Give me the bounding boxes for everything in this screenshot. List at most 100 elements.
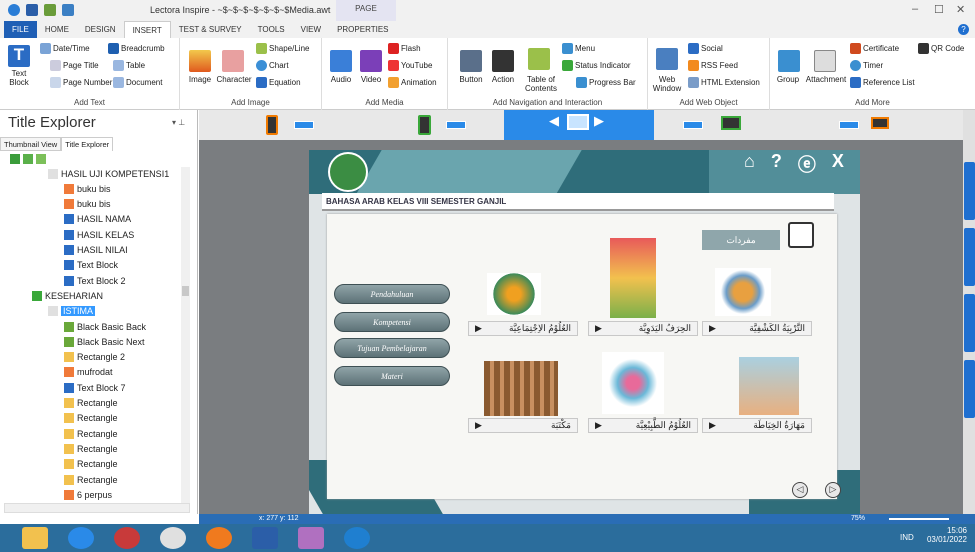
table-of-contents-icon[interactable] (528, 48, 550, 70)
chart-button[interactable]: Chart (256, 60, 289, 71)
social-button[interactable]: Social (688, 43, 723, 54)
left-arrow-icon[interactable]: ◀ (549, 113, 569, 130)
action-icon[interactable] (492, 50, 514, 72)
insert-button-button[interactable]: Button (454, 75, 488, 84)
tab-home[interactable]: HOME (37, 21, 77, 38)
keyboard-language[interactable]: IND (900, 533, 914, 542)
topic-button-social-science[interactable]: ▶ العُلُوْمُ الاِجْتِمَاعِيَّة (468, 321, 578, 336)
button-icon[interactable] (460, 50, 482, 72)
tree-item[interactable]: HASIL KELAS (64, 228, 134, 241)
tablet-portrait-icon[interactable] (418, 115, 431, 135)
profile-icon[interactable]: ⓔ (798, 151, 816, 177)
scouting-picture[interactable] (715, 268, 771, 316)
date-time-button[interactable]: Date/Time (40, 43, 90, 54)
topic-button-scouting[interactable]: ▶ التَّرْبِيَةُ الكَشْفِيَّة (702, 321, 812, 336)
tree-scroll-thumb[interactable] (182, 286, 189, 296)
tree-item[interactable]: buku bis (64, 182, 111, 195)
animation-button[interactable]: Animation (388, 77, 437, 88)
equation-button[interactable]: Equation (256, 77, 301, 88)
shape-line-button[interactable]: Shape/Line (256, 43, 309, 54)
topic-button-natural-science[interactable]: ▶ العُلُوْمُ الطَّبِيْعِيَّة (588, 418, 698, 433)
desktop-monitor-icon[interactable] (567, 114, 589, 130)
group-icon[interactable] (778, 50, 800, 72)
tree-item[interactable]: Rectangle (64, 412, 118, 425)
html-extension-button[interactable]: HTML Extension (688, 77, 760, 88)
word-icon[interactable] (252, 527, 278, 549)
tab-thumbnail-view[interactable]: Thumbnail View (0, 137, 62, 151)
tab-properties[interactable]: PROPERTIES (329, 21, 396, 38)
app-eye-icon[interactable] (114, 527, 140, 549)
paint-icon[interactable] (298, 527, 324, 549)
status-indicator-button[interactable]: Status Indicator (562, 60, 631, 71)
phone-portrait-icon[interactable] (266, 115, 278, 135)
tab-test-survey[interactable]: TEST & SURVEY (171, 21, 250, 38)
text-block-button[interactable]: Text Block (2, 69, 36, 87)
web-window-button[interactable]: Web Window (650, 75, 684, 93)
tablet-landscape-icon[interactable] (721, 116, 741, 130)
tree-item[interactable]: HASIL UJI KOMPETENSI1 (48, 167, 169, 180)
tab-title-explorer[interactable]: Title Explorer (61, 137, 114, 151)
tree-options-icon[interactable] (36, 154, 46, 164)
topic-button-handicraft[interactable]: ▶ الحِرَفُ اليَدَوِيَّة (588, 321, 698, 336)
character-button[interactable]: Character (214, 75, 254, 84)
social-science-picture[interactable] (487, 273, 541, 315)
maximize-button[interactable]: ☐ (934, 3, 944, 16)
action-button[interactable]: Action (486, 75, 520, 84)
variables-tab[interactable] (964, 360, 975, 418)
tree-item[interactable]: HASIL NAMA (64, 213, 131, 226)
breadcrumb-button[interactable]: Breadcrumb (108, 43, 165, 54)
tree-item[interactable]: HASIL NILAI (64, 244, 128, 257)
image-icon[interactable] (189, 50, 211, 72)
minimize-button[interactable]: – (912, 3, 918, 15)
tree-item[interactable]: Rectangle (64, 458, 118, 471)
tree-item[interactable]: KESEHARIAN (32, 289, 103, 302)
exit-icon[interactable]: X (832, 151, 844, 177)
file-explorer-icon[interactable] (22, 527, 48, 549)
tree-item[interactable]: buku bis (64, 198, 111, 211)
chrome-icon[interactable] (160, 527, 186, 549)
phone-toggle-icon[interactable] (294, 121, 314, 129)
tree-item[interactable]: Black Basic Next (64, 335, 145, 348)
title-resources-tab[interactable] (964, 162, 975, 220)
undo-icon[interactable] (44, 4, 56, 16)
sewing-picture[interactable] (739, 357, 799, 415)
handicraft-picture[interactable] (610, 238, 656, 318)
tree-item[interactable]: Text Block (64, 259, 118, 272)
topic-button-sewing[interactable]: ▶ مَهَارَةُ الخِيَاطَة (702, 418, 812, 433)
expand-all-icon[interactable] (10, 154, 20, 164)
image-button[interactable]: Image (183, 75, 217, 84)
nav-button-materi[interactable]: Materi (334, 366, 450, 386)
video-icon[interactable] (360, 50, 382, 72)
table-of-contents-button[interactable]: Table of Contents (520, 75, 562, 93)
topic-button-library[interactable]: ▶ مَكْتَبَة (468, 418, 578, 433)
tree-item[interactable]: ISTIMA (48, 305, 96, 318)
certificate-button[interactable]: Certificate (850, 43, 899, 54)
right-arrow-icon[interactable]: ▶ (594, 113, 614, 130)
tree-item[interactable]: Rectangle (64, 427, 118, 440)
prev-page-button[interactable]: ◁ (792, 482, 808, 498)
character-icon[interactable] (222, 50, 244, 72)
tab-file[interactable]: FILE (4, 21, 37, 38)
tree-vertical-scrollbar[interactable] (181, 167, 190, 504)
document-button[interactable]: Document (113, 77, 162, 88)
tab-view[interactable]: VIEW (293, 21, 329, 38)
tab-tools[interactable]: TOOLS (250, 21, 293, 38)
home-icon[interactable]: ⌂ (744, 151, 755, 177)
tab-design[interactable]: DESIGN (77, 21, 124, 38)
phone-landscape-toggle-icon[interactable] (839, 121, 859, 129)
audio-button[interactable]: Audio (326, 75, 356, 84)
nav-button-tujuan[interactable]: Tujuan Pembelajaran (334, 338, 450, 358)
menu-button[interactable]: Menu (562, 43, 595, 54)
nav-button-pendahuluan[interactable]: Pendahuluan (334, 284, 450, 304)
properties-tab[interactable] (964, 228, 975, 286)
phone-landscape-icon[interactable] (871, 117, 889, 129)
attachment-button[interactable]: Attachment (804, 75, 848, 84)
panel-pin-icon[interactable]: ▾ ⊥ (172, 118, 185, 127)
timer-button[interactable]: Timer (850, 60, 883, 71)
web-window-icon[interactable] (656, 48, 678, 70)
close-button[interactable]: ✕ (956, 3, 965, 16)
tablet-landscape-toggle-icon[interactable] (683, 121, 703, 129)
page-title-button[interactable]: Page Title (50, 60, 99, 71)
tree-item[interactable]: Black Basic Back (64, 320, 146, 333)
next-page-button[interactable]: ▷ (825, 482, 841, 498)
